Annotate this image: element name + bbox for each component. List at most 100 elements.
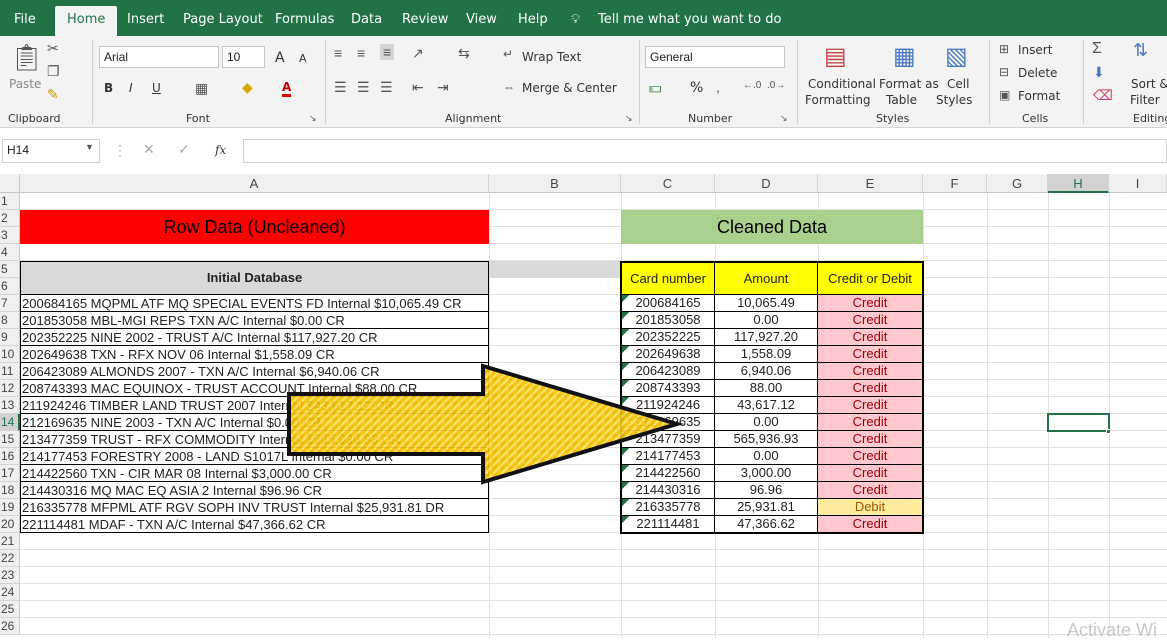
credit-debit-cell[interactable]: Credit <box>818 329 922 346</box>
column-header-i[interactable]: I <box>1109 174 1167 193</box>
row-header[interactable]: 17 <box>0 465 20 482</box>
row-header[interactable]: 4 <box>0 244 20 261</box>
amount-cell[interactable]: 565,936.93 <box>715 431 818 448</box>
cancel-icon[interactable]: ✕ <box>143 141 155 158</box>
row-header[interactable]: 5 <box>0 261 20 278</box>
row-header[interactable]: 6 <box>0 278 20 295</box>
credit-debit-cell[interactable]: Credit <box>818 465 922 482</box>
name-box-dropdown-icon[interactable]: ▼ <box>85 142 94 152</box>
merge-center-button[interactable]: Merge & Center <box>522 81 617 95</box>
column-header-c[interactable]: C <box>621 174 715 193</box>
align-right-icon[interactable]: ☰ <box>380 79 393 96</box>
row-header[interactable]: 2 <box>0 210 20 227</box>
tab-data[interactable]: Data <box>351 12 382 27</box>
fill-icon[interactable]: ⬇ <box>1093 64 1105 81</box>
delete-cells-button[interactable]: Delete <box>1018 66 1057 80</box>
tab-insert[interactable]: Insert <box>127 12 164 27</box>
column-header-e[interactable]: E <box>818 174 923 193</box>
alignment-dialog-launcher-icon[interactable]: ↘ <box>625 113 633 124</box>
column-header-b[interactable]: B <box>489 174 621 193</box>
column-header-g[interactable]: G <box>987 174 1048 193</box>
row-header[interactable]: 18 <box>0 482 20 499</box>
credit-debit-cell[interactable]: Credit <box>818 312 922 329</box>
header-card-number[interactable]: Card number <box>622 263 715 294</box>
amount-cell[interactable]: 47,366.62 <box>715 516 818 533</box>
conditional-formatting-icon[interactable]: ▤ <box>824 42 847 71</box>
text-direction-icon[interactable]: ⇆ <box>458 45 470 62</box>
format-as-table-button[interactable]: Format as <box>879 77 939 91</box>
header-credit-or-debit[interactable]: Credit or Debit <box>818 263 922 294</box>
shrink-font-button[interactable]: A <box>299 52 307 65</box>
sort-filter-button[interactable]: Sort & <box>1131 77 1167 91</box>
increase-indent-icon[interactable]: ⇥ <box>437 79 449 96</box>
autosum-icon[interactable]: Σ <box>1092 40 1102 58</box>
tab-file[interactable]: File <box>14 12 36 27</box>
align-left-icon[interactable]: ☰ <box>334 79 347 96</box>
amount-cell[interactable]: 96.96 <box>715 482 818 499</box>
select-all-corner[interactable] <box>0 174 20 193</box>
tab-view[interactable]: View <box>466 12 497 27</box>
align-center-icon[interactable]: ☰ <box>357 79 370 96</box>
column-header-d[interactable]: D <box>715 174 818 193</box>
comma-style-icon[interactable]: , <box>716 79 720 95</box>
raw-data-row[interactable]: 201853058 MBL-MGI REPS TXN A/C Internal … <box>20 312 489 329</box>
font-name-select[interactable]: Arial <box>99 46 219 68</box>
row-header[interactable]: 14 <box>0 414 20 431</box>
row-header[interactable]: 9 <box>0 329 20 346</box>
credit-debit-cell[interactable]: Credit <box>818 295 922 312</box>
raw-data-row[interactable]: 216335778 MFPML ATF RGV SOPH INV TRUST I… <box>20 499 489 516</box>
amount-cell[interactable]: 1,558.09 <box>715 346 818 363</box>
sort-filter-icon[interactable]: ⇅ <box>1133 40 1148 61</box>
row-header[interactable]: 23 <box>0 567 20 584</box>
row-header[interactable]: 8 <box>0 312 20 329</box>
credit-debit-cell[interactable]: Credit <box>818 414 922 431</box>
insert-function-button[interactable]: fx <box>215 143 226 157</box>
card-number-cell[interactable]: 201853058 <box>622 312 715 329</box>
tab-home[interactable]: Home <box>55 6 118 36</box>
decrease-indent-icon[interactable]: ⇤ <box>412 79 424 96</box>
amount-cell[interactable]: 0.00 <box>715 414 818 431</box>
tab-page-layout[interactable]: Page Layout <box>183 12 263 27</box>
row-header[interactable]: 7 <box>0 295 20 312</box>
amount-cell[interactable]: 6,940.06 <box>715 363 818 380</box>
wrap-text-button[interactable]: Wrap Text <box>522 50 581 64</box>
font-size-select[interactable]: 10 <box>222 46 265 68</box>
row-header[interactable]: 12 <box>0 380 20 397</box>
row-header[interactable]: 13 <box>0 397 20 414</box>
cut-icon[interactable]: ✂ <box>47 40 59 57</box>
increase-decimal-icon[interactable]: ←.0 <box>743 80 761 91</box>
amount-cell[interactable]: 88.00 <box>715 380 818 397</box>
card-number-cell[interactable]: 221114481 <box>622 516 715 533</box>
card-number-cell[interactable]: 200684165 <box>622 295 715 312</box>
underline-button[interactable]: U <box>152 81 161 95</box>
column-header-a[interactable]: A <box>20 174 489 193</box>
row-header[interactable]: 24 <box>0 584 20 601</box>
initial-database-header[interactable]: Initial Database <box>20 261 489 295</box>
format-as-table-button-line2[interactable]: Table <box>886 93 917 107</box>
font-color-button[interactable]: A <box>282 80 292 97</box>
borders-icon[interactable]: ▦ <box>195 80 208 97</box>
row-header[interactable]: 11 <box>0 363 20 380</box>
tab-help[interactable]: Help <box>518 12 548 27</box>
amount-cell[interactable]: 117,927.20 <box>715 329 818 346</box>
column-header-f[interactable]: F <box>923 174 987 193</box>
raw-data-row[interactable]: 200684165 MQPML ATF MQ SPECIAL EVENTS FD… <box>20 295 489 312</box>
amount-cell[interactable]: 3,000.00 <box>715 465 818 482</box>
amount-cell[interactable]: 25,931.81 <box>715 499 818 516</box>
paste-icon[interactable]: 📋︎ <box>10 42 43 73</box>
card-number-cell[interactable]: 216335778 <box>622 499 715 516</box>
credit-debit-cell[interactable]: Debit <box>818 499 922 516</box>
row-header[interactable]: 3 <box>0 227 20 244</box>
accounting-format-icon[interactable]: 💵︎ <box>649 79 662 96</box>
header-amount[interactable]: Amount <box>715 263 818 294</box>
fill-color-icon[interactable]: ◆ <box>242 79 253 96</box>
font-dialog-launcher-icon[interactable]: ↘ <box>309 113 317 124</box>
raw-data-row[interactable]: 221114481 MDAF - TXN A/C Internal $47,36… <box>20 516 489 533</box>
align-top-icon[interactable]: ≡ <box>334 45 342 61</box>
bold-button[interactable]: B <box>104 81 113 95</box>
paste-button[interactable]: Paste <box>9 77 41 91</box>
number-dialog-launcher-icon[interactable]: ↘ <box>780 113 788 124</box>
conditional-formatting-button[interactable]: Conditional <box>808 77 876 91</box>
credit-debit-cell[interactable]: Credit <box>818 346 922 363</box>
row-header[interactable]: 16 <box>0 448 20 465</box>
